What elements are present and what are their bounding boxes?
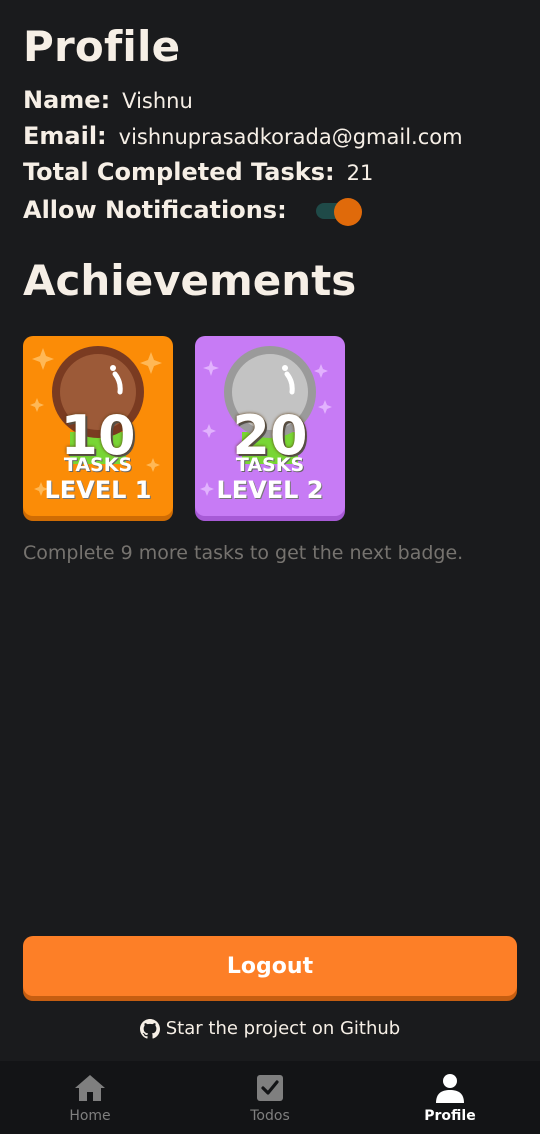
checkbox-icon: [257, 1075, 283, 1101]
nav-profile[interactable]: Profile: [360, 1061, 540, 1134]
name-label: Name:: [23, 86, 111, 114]
bottom-nav: Home Todos Profile: [0, 1061, 540, 1134]
notifications-toggle[interactable]: [316, 198, 364, 226]
next-badge-hint: Complete 9 more tasks to get the next ba…: [23, 542, 464, 564]
badge-tasks-label: TASKS: [235, 454, 305, 476]
nav-todos[interactable]: Todos: [180, 1061, 360, 1134]
badge-level-label: LEVEL 2: [216, 476, 324, 504]
achievements-title: Achievements: [23, 256, 357, 305]
badge-level-2: 20 TASKS LEVEL 2: [195, 336, 345, 516]
logout-button[interactable]: Logout: [23, 936, 517, 996]
home-icon: [75, 1075, 105, 1101]
badge-level-label: LEVEL 1: [44, 476, 152, 504]
notifications-label: Allow Notifications:: [23, 196, 287, 224]
total-tasks-label: Total Completed Tasks:: [23, 158, 335, 186]
email-label: Email:: [23, 122, 107, 150]
toggle-thumb: [334, 198, 362, 226]
total-tasks-value: 21: [346, 161, 374, 185]
github-link-text: Star the project on Github: [165, 1018, 401, 1039]
email-row: Email: vishnuprasadkorada@gmail.com: [23, 122, 463, 150]
nav-todos-label: Todos: [250, 1108, 290, 1124]
person-icon: [436, 1074, 464, 1103]
name-row: Name: Vishnu: [23, 86, 193, 114]
page-title: Profile: [23, 22, 181, 71]
total-tasks-row: Total Completed Tasks: 21: [23, 158, 373, 186]
email-value: vishnuprasadkorada@gmail.com: [118, 125, 463, 149]
github-icon: [139, 1018, 160, 1039]
nav-home-label: Home: [69, 1108, 111, 1124]
badge-level-1: 10 TASKS LEVEL 1: [23, 336, 173, 516]
github-link[interactable]: Star the project on Github: [0, 1018, 540, 1039]
notifications-row: Allow Notifications:: [23, 196, 287, 224]
nav-profile-label: Profile: [424, 1108, 476, 1124]
name-value: Vishnu: [122, 89, 193, 113]
nav-home[interactable]: Home: [0, 1061, 180, 1134]
badge-tasks-label: TASKS: [63, 454, 133, 476]
